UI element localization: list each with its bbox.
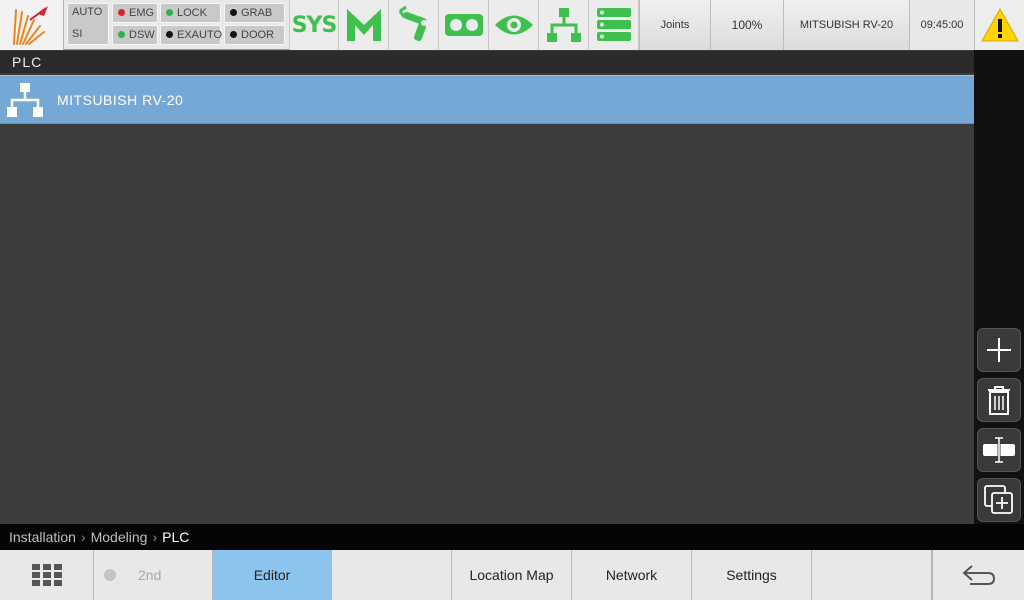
duplicate-icon — [984, 485, 1013, 514]
tab-location-map[interactable]: Location Map — [452, 550, 572, 600]
list-item-label: MITSUBISH RV-20 — [57, 91, 184, 108]
second-function-button[interactable]: 2nd — [94, 550, 213, 600]
modeling-icon — [346, 9, 381, 41]
status-emg: EMG — [112, 3, 158, 23]
network-tree-icon — [546, 8, 581, 42]
top-bar: AUTO SI EMG DSW LOCK EXAUTO GRAB DOOR SY… — [0, 0, 1024, 50]
status-door: DOOR — [224, 25, 285, 45]
exauto-dot-icon — [166, 31, 173, 38]
lock-dot-icon — [166, 9, 173, 16]
robot-arm-icon — [398, 5, 427, 41]
vision-button[interactable] — [489, 0, 539, 50]
sys-button[interactable]: SYS — [289, 0, 339, 50]
bottom-bar: 2nd Editor Location Map Network Settings — [0, 550, 1024, 600]
rename-icon — [983, 436, 1015, 464]
speed-button[interactable]: 100% — [711, 0, 784, 50]
grid-icon — [31, 564, 62, 586]
status-grab: GRAB — [224, 3, 285, 23]
rename-button[interactable] — [977, 428, 1021, 472]
tab-editor[interactable]: Editor — [213, 550, 332, 600]
empty-tab-slot — [332, 550, 452, 600]
breadcrumb: Installation › Modeling › PLC — [0, 524, 1024, 550]
robot-select-button[interactable]: MITSUBISH RV-20 — [784, 0, 910, 50]
duplicate-button[interactable] — [977, 478, 1021, 522]
dsw-dot-icon — [118, 31, 125, 38]
server-list-button[interactable] — [589, 0, 639, 50]
add-button[interactable] — [977, 328, 1021, 372]
tab-network[interactable]: Network — [572, 550, 692, 600]
delete-button[interactable] — [977, 378, 1021, 422]
tape-button[interactable] — [439, 0, 489, 50]
network-tree-icon — [0, 75, 50, 124]
vision-eye-icon — [494, 15, 533, 35]
status-dsw: DSW — [112, 25, 158, 45]
warning-button[interactable] — [975, 0, 1024, 50]
list-item[interactable]: MITSUBISH RV-20 — [0, 75, 974, 124]
chevron-right-icon: › — [152, 529, 158, 545]
status-si: SI — [72, 28, 83, 40]
second-label: 2nd — [138, 567, 162, 583]
add-icon — [987, 338, 1011, 362]
joints-button[interactable]: Joints — [639, 0, 711, 50]
breadcrumb-modeling[interactable]: Modeling — [91, 529, 148, 545]
back-button[interactable] — [932, 550, 1024, 600]
tape-icon — [444, 14, 483, 36]
brand-logo — [0, 0, 64, 50]
empty-tab-slot — [812, 550, 932, 600]
server-list-icon — [596, 8, 631, 41]
network-button[interactable] — [539, 0, 589, 50]
status-auto: AUTO — [72, 6, 103, 18]
back-arrow-icon — [961, 565, 995, 585]
sys-icon: SYS — [291, 12, 338, 38]
status-exauto: EXAUTO — [160, 25, 222, 45]
chevron-right-icon: › — [80, 529, 86, 545]
status-lock: LOCK — [160, 3, 221, 23]
apps-menu-button[interactable] — [0, 550, 94, 600]
clock: 09:45:00 — [910, 0, 975, 50]
emg-dot-icon — [118, 9, 125, 16]
grab-dot-icon — [230, 9, 237, 16]
trash-icon — [988, 386, 1010, 415]
warning-icon — [980, 8, 1019, 42]
page-title: PLC — [0, 51, 974, 73]
tab-settings[interactable]: Settings — [692, 550, 812, 600]
robot-arm-button[interactable] — [389, 0, 439, 50]
door-dot-icon — [230, 31, 237, 38]
modeling-button[interactable] — [339, 0, 389, 50]
breadcrumb-current: PLC — [162, 529, 190, 545]
breadcrumb-installation[interactable]: Installation — [9, 529, 76, 545]
indicator-dot-icon — [104, 569, 116, 581]
